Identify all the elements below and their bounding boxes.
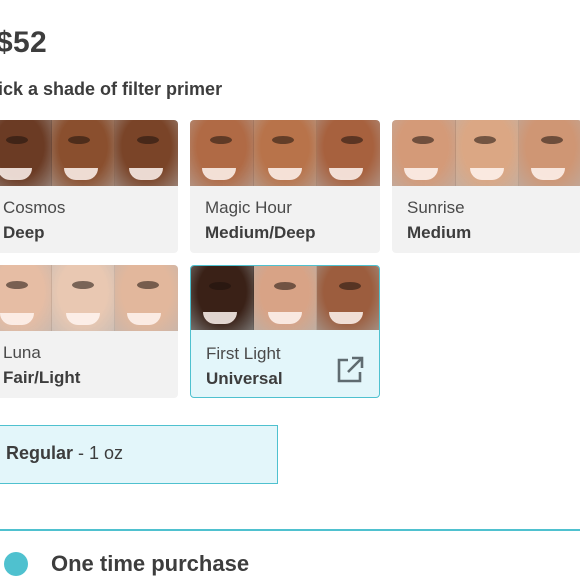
shade-name: Luna	[3, 343, 41, 362]
shade-tone: Deep	[3, 223, 45, 242]
size-name: Regular	[6, 443, 74, 463]
face-image	[190, 120, 254, 186]
shade-name: First Light	[206, 344, 281, 363]
shade-tone: Fair/Light	[3, 368, 81, 387]
face-image	[317, 266, 379, 330]
size-option-regular[interactable]: Regular - 1 oz	[0, 425, 278, 484]
shade-name: Sunrise	[407, 198, 465, 217]
shade-prompt: ick a shade of filter primer	[0, 79, 223, 99]
shade-tone: Medium	[407, 223, 472, 242]
face-image	[0, 265, 52, 331]
face-image	[51, 120, 116, 186]
price: $52	[0, 26, 47, 59]
shade-swatch-image	[190, 120, 380, 186]
shade-swatch-image	[392, 120, 580, 186]
shade-swatch-image	[0, 120, 178, 186]
face-image	[317, 120, 380, 186]
face-image	[253, 120, 318, 186]
face-image	[51, 265, 116, 331]
one-time-purchase-label: One time purchase	[51, 551, 250, 576]
face-image	[0, 120, 52, 186]
shade-name: Magic Hour	[205, 198, 292, 217]
face-image	[519, 120, 580, 186]
shade-tone: Medium/Deep	[205, 223, 316, 242]
shade-swatch-image	[0, 265, 178, 331]
shade-card-sunrise[interactable]: Sunrise Medium	[392, 120, 580, 253]
size-volume: - 1 oz	[73, 443, 124, 463]
face-image	[254, 266, 317, 330]
size-option-label: Regular - 1 oz	[6, 443, 123, 464]
radio-selected-icon[interactable]	[4, 552, 28, 576]
product-page: $52 ick a shade of filter primer Cosmos …	[0, 0, 580, 580]
divider	[0, 529, 580, 531]
face-image	[455, 120, 520, 186]
shade-card-first-light[interactable]: First Light Universal	[190, 265, 380, 398]
face-image	[392, 120, 456, 186]
shade-card-luna[interactable]: Luna Fair/Light	[0, 265, 178, 398]
face-image	[191, 266, 254, 330]
shade-swatch-image	[191, 266, 379, 330]
shade-name: Cosmos	[3, 198, 66, 217]
face-image	[115, 120, 178, 186]
shade-tone: Universal	[206, 369, 283, 388]
external-link-icon[interactable]	[335, 355, 365, 385]
shade-card-magic-hour[interactable]: Magic Hour Medium/Deep	[190, 120, 380, 253]
face-image	[115, 265, 178, 331]
shade-card-cosmos[interactable]: Cosmos Deep	[0, 120, 178, 253]
